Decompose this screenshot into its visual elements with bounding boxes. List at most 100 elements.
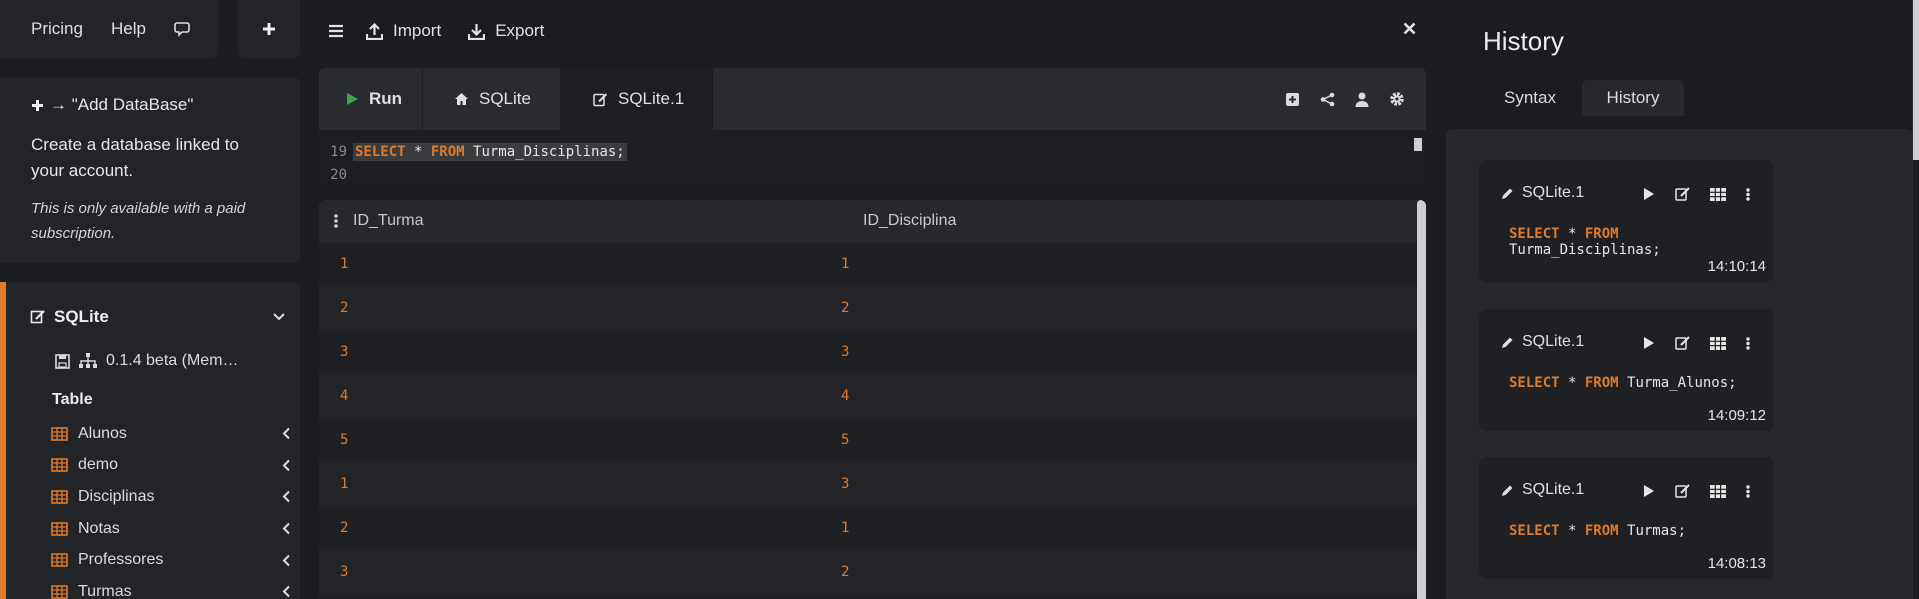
grid-header: ID_Turma ID_Disciplina <box>319 200 1426 242</box>
add-tab-icon[interactable] <box>1285 92 1300 107</box>
database-version-row: 0.1.4 beta (Mem… <box>55 352 239 370</box>
table-item[interactable]: Turmas <box>51 576 291 599</box>
tab-actions <box>1285 68 1426 130</box>
database-edit-icon <box>30 310 45 324</box>
cell-id-turma[interactable]: 1 <box>319 476 841 492</box>
chat-icon[interactable] <box>174 21 192 37</box>
play-icon[interactable] <box>1643 484 1655 498</box>
sql-keyword: SELECT <box>1509 226 1560 242</box>
run-button[interactable]: Run <box>319 68 423 130</box>
table-item[interactable]: Notas <box>51 513 291 545</box>
more-vertical-icon[interactable] <box>1746 187 1750 201</box>
history-entry[interactable]: SQLite.1 SELECT * FROM Turma_Alunos; 14:09… <box>1479 309 1774 431</box>
cell-id-turma[interactable]: 5 <box>319 432 841 448</box>
chevron-left-icon[interactable] <box>282 490 291 503</box>
chevron-left-icon[interactable] <box>282 585 291 598</box>
tab-history[interactable]: History <box>1582 80 1684 116</box>
cell-id-disciplina[interactable]: 3 <box>841 476 849 492</box>
tab-sqlite[interactable]: SQLite <box>423 68 561 130</box>
cell-id-disciplina[interactable]: 3 <box>841 344 849 360</box>
grid-icon[interactable] <box>1710 336 1726 350</box>
table-name: demo <box>78 456 119 474</box>
sql-editor[interactable]: 19 SELECT * FROM Turma_Disciplinas; 20 <box>319 130 1426 182</box>
grid-scrollbar[interactable] <box>1417 200 1426 599</box>
table-row: 32 <box>319 550 1426 594</box>
cell-id-turma[interactable]: 3 <box>319 344 841 360</box>
table-item[interactable]: Professores <box>51 544 291 576</box>
table-row: 22 <box>319 286 1426 330</box>
table-icon <box>51 490 68 504</box>
save-icon[interactable] <box>55 353 70 369</box>
sql-text: Turma_Disciplinas; <box>464 143 625 160</box>
history-panel: SQLite.1 SELECT * FROM Turma_Disciplinas;… <box>1446 129 1913 599</box>
table-row: 11 <box>319 242 1426 286</box>
more-vertical-icon[interactable] <box>1746 484 1750 498</box>
cell-id-disciplina[interactable]: 5 <box>841 432 849 448</box>
schema-icon[interactable] <box>79 353 97 369</box>
cell-id-disciplina[interactable]: 2 <box>841 564 849 580</box>
table-icon <box>51 584 68 599</box>
editor-scrollbar[interactable] <box>1414 138 1422 151</box>
chevron-left-icon[interactable] <box>282 427 291 440</box>
user-icon[interactable] <box>1355 92 1369 107</box>
cell-id-turma[interactable]: 3 <box>319 564 841 580</box>
close-icon[interactable] <box>1403 22 1416 35</box>
column-header[interactable]: ID_Turma <box>353 212 863 230</box>
more-vertical-icon[interactable] <box>1746 336 1750 350</box>
add-button[interactable] <box>238 0 300 58</box>
chevron-left-icon[interactable] <box>282 554 291 567</box>
help-link[interactable]: Help <box>111 19 146 39</box>
edit-icon[interactable] <box>1675 484 1690 498</box>
cell-id-turma[interactable]: 4 <box>319 388 841 404</box>
gear-icon[interactable] <box>1389 91 1405 107</box>
import-button[interactable]: Import <box>366 21 441 41</box>
hamburger-menu-icon[interactable] <box>328 24 344 38</box>
column-header[interactable]: ID_Disciplina <box>863 212 956 230</box>
table-row: 21 <box>319 506 1426 550</box>
history-entry[interactable]: SQLite.1 SELECT * FROM Turma_Disciplinas;… <box>1479 160 1774 282</box>
history-entry[interactable]: SQLite.1 SELECT * FROM Turmas; 14:08:13 <box>1479 457 1774 579</box>
tab-syntax[interactable]: Syntax <box>1478 80 1582 116</box>
main-toolbar: Import Export <box>318 0 1426 62</box>
chevron-left-icon[interactable] <box>282 459 291 472</box>
share-icon[interactable] <box>1320 92 1335 107</box>
cell-id-turma[interactable]: 2 <box>319 520 841 536</box>
column-menu-icon[interactable] <box>319 214 353 228</box>
pricing-link[interactable]: Pricing <box>31 19 83 39</box>
table-row: 13 <box>319 462 1426 506</box>
history-title: History <box>1483 26 1564 56</box>
cell-id-turma[interactable]: 2 <box>319 300 841 316</box>
grid-icon[interactable] <box>1710 484 1726 498</box>
play-icon[interactable] <box>1643 336 1655 350</box>
line-number: 19 <box>330 143 347 160</box>
chevron-down-icon[interactable] <box>272 312 286 322</box>
cell-id-turma[interactable]: 1 <box>319 256 841 272</box>
cell-id-disciplina[interactable]: 4 <box>841 388 849 404</box>
table-item[interactable]: Disciplinas <box>51 481 291 513</box>
history-query: SELECT * FROM Turma_Disciplinas; <box>1509 226 1774 258</box>
database-header[interactable]: SQLite <box>30 304 286 330</box>
sql-text: * <box>1559 375 1585 391</box>
tab-sqlite-1[interactable]: SQLite.1 <box>561 68 713 130</box>
edit-icon[interactable] <box>1675 336 1690 350</box>
add-database-card: → "Add DataBase" Create a database linke… <box>0 77 300 263</box>
table-icon <box>51 458 68 473</box>
table-name: Disciplinas <box>78 487 155 505</box>
page-scrollbar[interactable] <box>1913 0 1919 160</box>
export-button[interactable]: Export <box>468 21 544 41</box>
table-row: 33 <box>319 330 1426 374</box>
cell-id-disciplina[interactable]: 1 <box>841 520 849 536</box>
grid-icon[interactable] <box>1710 187 1726 201</box>
table-item[interactable]: Alunos <box>51 418 291 450</box>
table-item[interactable]: demo <box>51 450 291 482</box>
chevron-left-icon[interactable] <box>282 522 291 535</box>
cell-id-disciplina[interactable]: 1 <box>841 256 849 272</box>
play-icon[interactable] <box>1643 187 1655 201</box>
upload-icon <box>366 22 383 40</box>
cell-id-disciplina[interactable]: 2 <box>841 300 849 316</box>
history-entry-actions <box>1643 336 1750 350</box>
add-database-title[interactable]: → "Add DataBase" <box>31 95 269 115</box>
history-timestamp: 14:08:13 <box>1707 555 1766 572</box>
sql-keyword: FROM <box>1584 523 1619 539</box>
edit-icon[interactable] <box>1675 187 1690 201</box>
